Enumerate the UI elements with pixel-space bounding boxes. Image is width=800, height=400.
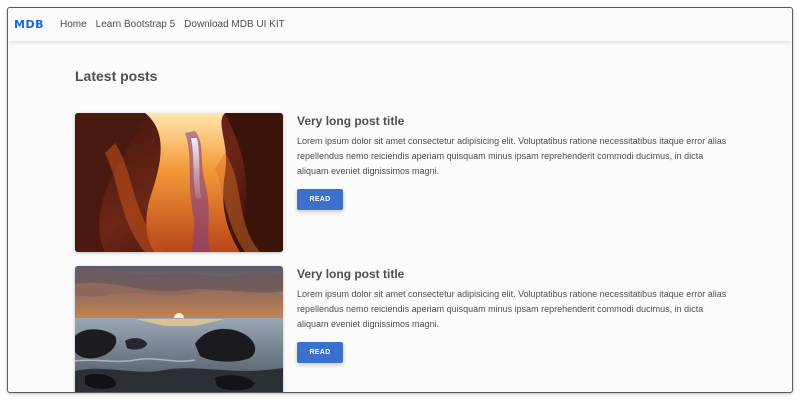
read-button[interactable]: READ <box>297 342 343 363</box>
section-title: Latest posts <box>75 68 158 84</box>
post-body: Very long post title Lorem ipsum dolor s… <box>297 113 737 210</box>
browser-frame: MDB Home Learn Bootstrap 5 Download MDB … <box>7 7 793 393</box>
post-excerpt: Lorem ipsum dolor sit amet consectetur a… <box>297 289 727 329</box>
read-button[interactable]: READ <box>297 189 343 210</box>
nav-links: Home Learn Bootstrap 5 Download MDB UI K… <box>60 19 294 30</box>
post-excerpt: Lorem ipsum dolor sit amet consectetur a… <box>297 136 727 176</box>
navbar: MDB Home Learn Bootstrap 5 Download MDB … <box>8 8 792 41</box>
post-title[interactable]: Very long post title <box>297 266 737 282</box>
nav-link-learn-bootstrap[interactable]: Learn Bootstrap 5 <box>96 19 176 30</box>
post-body: Very long post title Lorem ipsum dolor s… <box>297 266 737 363</box>
post-card: Very long post title Lorem ipsum dolor s… <box>75 266 745 392</box>
brand-logo[interactable]: MDB <box>14 18 44 31</box>
nav-link-home[interactable]: Home <box>60 19 87 30</box>
post-card: Very long post title Lorem ipsum dolor s… <box>75 113 745 253</box>
canyon-photo[interactable] <box>75 113 283 252</box>
sunset-sea-photo[interactable] <box>75 266 283 392</box>
main-content: Latest posts Very long post title Lorem … <box>75 68 745 392</box>
post-title[interactable]: Very long post title <box>297 113 737 129</box>
nav-link-download-mdb[interactable]: Download MDB UI KIT <box>184 19 285 30</box>
